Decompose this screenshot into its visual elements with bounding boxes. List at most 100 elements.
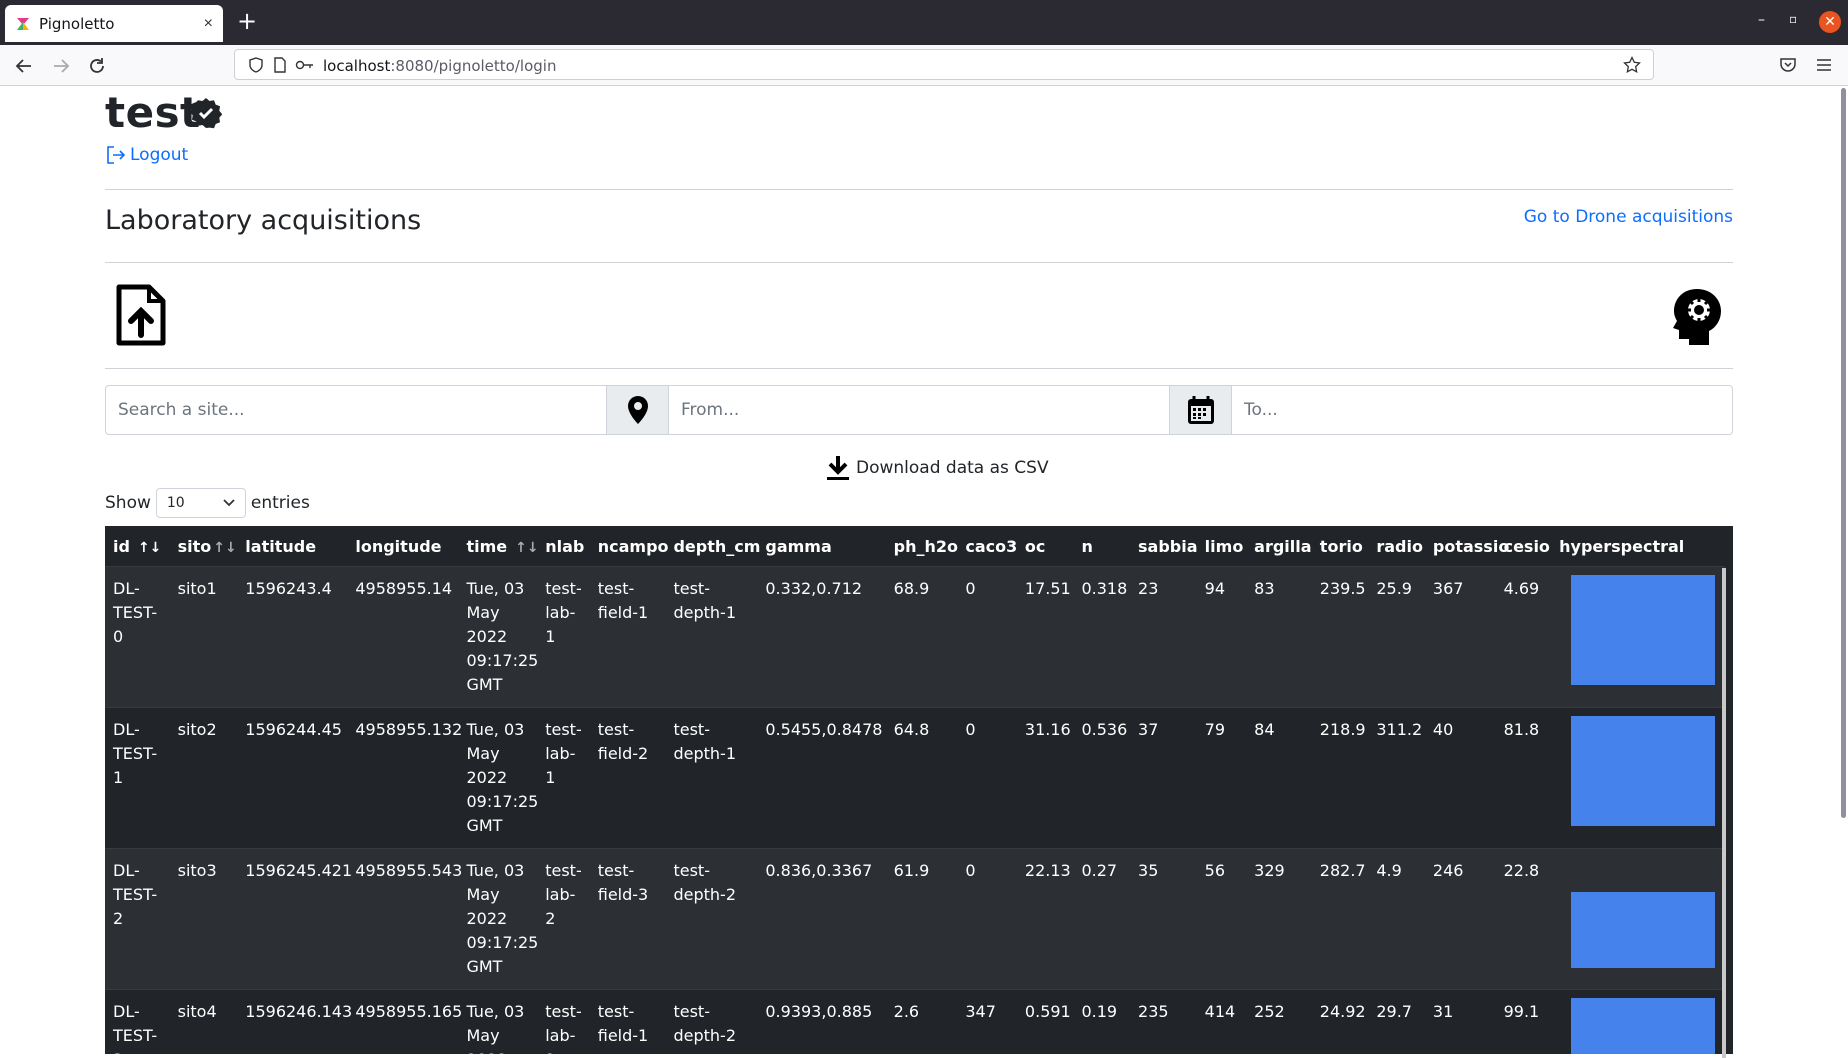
cell-torio: 239.5 bbox=[1311, 566, 1369, 708]
file-upload-icon[interactable] bbox=[115, 283, 167, 347]
cell-latitude: 1596244.45 bbox=[237, 707, 348, 849]
menu-icon[interactable] bbox=[1815, 56, 1833, 74]
cell-ncampo: test-field-1 bbox=[589, 566, 666, 708]
col-header-n[interactable]: n bbox=[1073, 526, 1131, 567]
cell-n: 0.318 bbox=[1073, 566, 1131, 708]
cell-sabbia: 23 bbox=[1130, 566, 1197, 708]
cell-time: Tue, 03 May 2022 09:17:25 GMT bbox=[458, 566, 538, 708]
col-header-id[interactable]: id ↑↓ bbox=[105, 526, 170, 567]
cell-id: DL-TEST-0 bbox=[105, 566, 170, 708]
col-header-ph-h2o[interactable]: ph_h2o bbox=[885, 526, 958, 567]
tab-title: Pignoletto bbox=[39, 14, 115, 33]
download-icon bbox=[827, 456, 849, 480]
download-label: Download data as CSV bbox=[856, 458, 1049, 478]
cell-sito: sito4 bbox=[169, 989, 238, 1054]
cell-id: DL-TEST-2 bbox=[105, 848, 170, 990]
hyperspectral-image[interactable] bbox=[1571, 716, 1716, 826]
cell-ncampo: test-field-2 bbox=[589, 707, 666, 849]
cell-nlab: test-lab-1 bbox=[537, 707, 590, 849]
pocket-icon[interactable] bbox=[1779, 56, 1797, 74]
entries-select[interactable]: 10 bbox=[155, 488, 246, 518]
head-gear-icon[interactable] bbox=[1671, 287, 1723, 345]
new-tab-button[interactable]: + bbox=[237, 9, 257, 33]
tab-close-icon[interactable]: × bbox=[204, 15, 213, 33]
cell-limo: 94 bbox=[1196, 566, 1247, 708]
cell-nlab: test-lab-2 bbox=[537, 848, 590, 990]
cell-sito: sito2 bbox=[169, 707, 238, 849]
table-scrollbar[interactable] bbox=[1722, 568, 1726, 1058]
col-header-sabbia[interactable]: sabbia bbox=[1130, 526, 1198, 567]
col-header-time[interactable]: time ↑↓ bbox=[458, 526, 539, 567]
entries-label: entries bbox=[250, 493, 310, 513]
cell-cesio: 81.8 bbox=[1495, 707, 1552, 849]
app-favicon-icon bbox=[17, 17, 29, 30]
cell-sabbia: 35 bbox=[1130, 848, 1197, 990]
verified-badge-icon bbox=[190, 98, 222, 129]
cell-latitude: 1596243.4 bbox=[237, 566, 348, 708]
col-header-cesio[interactable]: cesio bbox=[1495, 526, 1552, 567]
col-header-depth-cm[interactable]: depth_cm bbox=[665, 526, 760, 567]
hyperspectral-image[interactable] bbox=[1571, 575, 1716, 685]
cell-id: DL-TEST-1 bbox=[105, 707, 170, 849]
col-header-latitude[interactable]: latitude bbox=[237, 526, 348, 567]
hyperspectral-image[interactable] bbox=[1571, 998, 1716, 1054]
date-to-input[interactable] bbox=[1231, 385, 1733, 435]
browser-tab[interactable]: Pignoletto × bbox=[5, 5, 223, 42]
cell-nlab: test-lab-2 bbox=[537, 989, 590, 1054]
cell-ph-h2o: 2.6 bbox=[885, 989, 958, 1054]
cell-longitude: 4958955.543 bbox=[347, 848, 462, 990]
cell-latitude: 1596246.143 bbox=[237, 989, 352, 1054]
logout-link[interactable]: Logout bbox=[106, 145, 188, 165]
cell-radio: 4.9 bbox=[1368, 848, 1425, 990]
key-icon[interactable] bbox=[295, 58, 315, 72]
cell-sito: sito1 bbox=[169, 566, 238, 708]
cell-oc: 0.591 bbox=[1016, 989, 1074, 1054]
url-host: localhost bbox=[323, 57, 391, 75]
page-scrollbar[interactable] bbox=[1841, 88, 1846, 818]
col-header-caco3[interactable]: caco3 bbox=[957, 526, 1017, 567]
date-from-input[interactable] bbox=[668, 385, 1170, 435]
site-search-input[interactable] bbox=[105, 385, 607, 435]
cell-hyperspectral bbox=[1551, 566, 1725, 708]
col-header-hyperspectral[interactable]: hyperspectral bbox=[1551, 526, 1725, 567]
table-row: DL-TEST-3 sito4 1596246.143 4958955.165 … bbox=[105, 989, 1725, 1054]
url-text[interactable]: localhost:8080/pignoletto/login bbox=[323, 57, 556, 75]
col-header-torio[interactable]: torio bbox=[1311, 526, 1369, 567]
cell-sabbia: 235 bbox=[1130, 989, 1197, 1054]
back-arrow-icon[interactable] bbox=[13, 55, 35, 77]
forward-arrow-icon[interactable] bbox=[50, 55, 72, 77]
col-header-longitude[interactable]: longitude bbox=[347, 526, 459, 567]
shield-icon[interactable] bbox=[248, 57, 264, 73]
maximize-icon[interactable]: ▫ bbox=[1789, 12, 1797, 26]
cell-cesio: 4.69 bbox=[1495, 566, 1552, 708]
minimize-icon[interactable]: – bbox=[1758, 12, 1765, 28]
cell-sabbia: 37 bbox=[1130, 707, 1197, 849]
bookmark-star-icon[interactable] bbox=[1623, 56, 1641, 74]
entries-length-control: Show 10 entries bbox=[105, 488, 310, 518]
cell-cesio: 99.1 bbox=[1495, 989, 1552, 1054]
col-header-potassio[interactable]: potassio bbox=[1424, 526, 1509, 567]
cell-longitude: 4958955.165 bbox=[347, 989, 462, 1054]
map-pin-icon bbox=[627, 396, 648, 424]
drone-acquisitions-link[interactable]: Go to Drone acquisitions bbox=[1524, 207, 1733, 227]
cell-caco3: 0 bbox=[957, 707, 1017, 849]
table-row: DL-TEST-2 sito3 1596245.421 4958955.543 … bbox=[105, 848, 1725, 990]
col-header-oc[interactable]: oc bbox=[1016, 526, 1074, 567]
page-icon[interactable] bbox=[273, 57, 287, 73]
col-header-limo[interactable]: limo bbox=[1196, 526, 1247, 567]
col-header-ncampo[interactable]: ncampo bbox=[589, 526, 669, 567]
reload-icon[interactable] bbox=[86, 55, 108, 77]
cell-ncampo: test-field-1 bbox=[589, 989, 666, 1054]
window-close-icon[interactable]: ✕ bbox=[1819, 11, 1841, 33]
download-csv-button[interactable]: Download data as CSV bbox=[826, 455, 1049, 481]
col-header-gamma[interactable]: gamma bbox=[757, 526, 886, 567]
hyperspectral-image[interactable] bbox=[1571, 892, 1716, 968]
col-header-sito[interactable]: sito ↑↓ bbox=[169, 526, 238, 567]
divider bbox=[105, 189, 1733, 190]
col-header-radio[interactable]: radio bbox=[1368, 526, 1425, 567]
col-header-argilla[interactable]: argilla bbox=[1246, 526, 1312, 567]
cell-potassio: 246 bbox=[1424, 848, 1496, 990]
col-header-nlab[interactable]: nlab bbox=[537, 526, 590, 567]
url-bar[interactable]: localhost:8080/pignoletto/login bbox=[234, 49, 1654, 80]
cell-hyperspectral bbox=[1551, 989, 1725, 1054]
